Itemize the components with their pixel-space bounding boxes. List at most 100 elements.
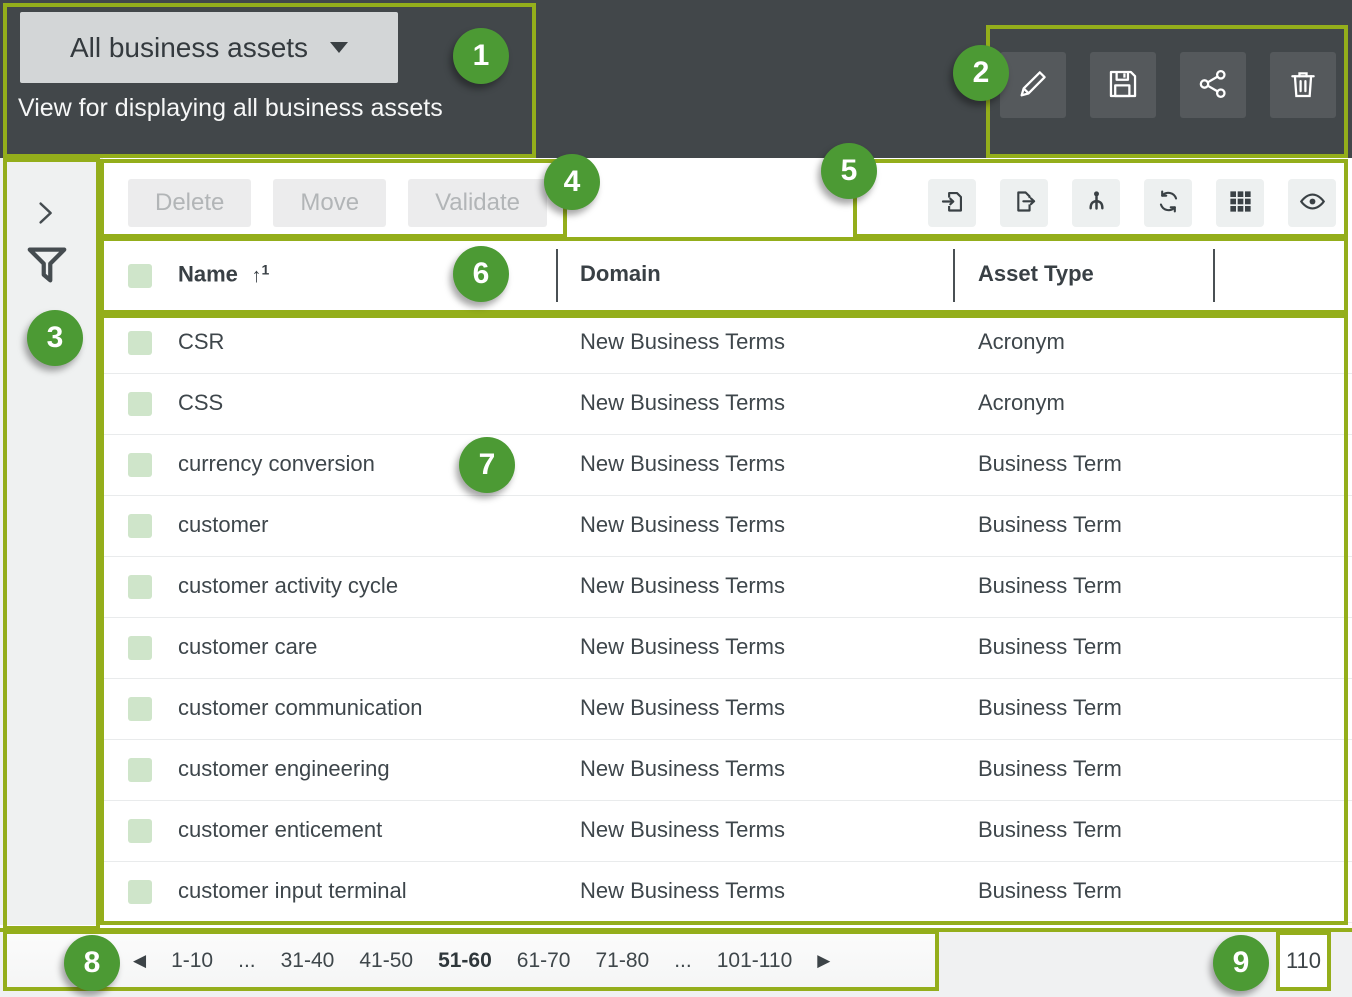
share-icon xyxy=(1196,67,1230,104)
view-options-button[interactable] xyxy=(1288,179,1336,227)
pagination-page[interactable]: 41-50 xyxy=(359,949,413,973)
cell-asset-type[interactable]: Business Term xyxy=(978,878,1122,904)
chevron-right-icon xyxy=(30,216,60,231)
table-row[interactable]: customer activity cycle New Business Ter… xyxy=(103,557,1352,618)
table-row[interactable]: customer enticement New Business Terms B… xyxy=(103,801,1352,862)
validate-button[interactable]: Validate xyxy=(408,179,547,227)
table-row[interactable]: customer care New Business Terms Busines… xyxy=(103,618,1352,679)
share-view-button[interactable] xyxy=(1180,52,1246,118)
row-checkbox[interactable] xyxy=(128,575,152,599)
cell-name[interactable]: customer activity cycle xyxy=(178,573,398,599)
row-checkbox[interactable] xyxy=(128,331,152,355)
cell-asset-type[interactable]: Business Term xyxy=(978,573,1122,599)
sort-ascending-icon: ↑1 xyxy=(246,265,269,287)
row-checkbox[interactable] xyxy=(128,453,152,477)
row-checkbox[interactable] xyxy=(128,758,152,782)
pagination-ellipsis: ... xyxy=(238,949,256,973)
grid-view-button[interactable] xyxy=(1216,179,1264,227)
eye-icon xyxy=(1299,188,1326,218)
pagination-prev-button[interactable]: ◀ xyxy=(133,952,146,969)
table-row[interactable]: customer communication New Business Term… xyxy=(103,679,1352,740)
cell-asset-type[interactable]: Business Term xyxy=(978,451,1122,477)
view-description: View for displaying all business assets xyxy=(18,94,443,123)
cell-asset-type[interactable]: Business Term xyxy=(978,695,1122,721)
delete-button[interactable]: Delete xyxy=(128,179,251,227)
cell-name[interactable]: CSR xyxy=(178,329,224,355)
save-icon xyxy=(1106,67,1140,104)
table-row[interactable]: currency conversion New Business Terms B… xyxy=(103,435,1352,496)
move-button[interactable]: Move xyxy=(273,179,386,227)
expand-sidebar-button[interactable] xyxy=(30,198,60,231)
column-header-name[interactable]: Name ↑1 xyxy=(178,261,269,288)
main-content: Delete Move Validate xyxy=(103,158,1352,925)
cell-asset-type[interactable]: Business Term xyxy=(978,512,1122,538)
pagination-page[interactable]: 51-60 xyxy=(438,949,492,973)
row-checkbox[interactable] xyxy=(128,697,152,721)
cell-name[interactable]: customer enticement xyxy=(178,817,382,843)
row-checkbox[interactable] xyxy=(128,636,152,660)
filter-funnel-icon xyxy=(24,276,70,291)
view-selector-dropdown[interactable]: All business assets xyxy=(20,12,398,83)
cell-asset-type[interactable]: Business Term xyxy=(978,817,1122,843)
save-view-button[interactable] xyxy=(1090,52,1156,118)
cell-name[interactable]: customer input terminal xyxy=(178,878,407,904)
cell-domain[interactable]: New Business Terms xyxy=(580,329,785,355)
cell-asset-type[interactable]: Business Term xyxy=(978,756,1122,782)
column-divider xyxy=(953,249,955,302)
table-row[interactable]: CSS New Business Terms Acronym xyxy=(103,374,1352,435)
trash-icon xyxy=(1286,67,1320,104)
cell-asset-type[interactable]: Business Term xyxy=(978,634,1122,660)
table-row[interactable]: customer New Business Terms Business Ter… xyxy=(103,496,1352,557)
cell-domain[interactable]: New Business Terms xyxy=(580,878,785,904)
table-row[interactable]: customer input terminal New Business Ter… xyxy=(103,862,1352,923)
cell-asset-type[interactable]: Acronym xyxy=(978,390,1065,416)
row-checkbox[interactable] xyxy=(128,392,152,416)
column-header-domain[interactable]: Domain xyxy=(580,261,661,287)
cell-domain[interactable]: New Business Terms xyxy=(580,512,785,538)
cell-name[interactable]: customer engineering xyxy=(178,756,390,782)
table-header: Name ↑1 Domain Asset Type xyxy=(103,238,1352,313)
cell-domain[interactable]: New Business Terms xyxy=(580,390,785,416)
cell-domain[interactable]: New Business Terms xyxy=(580,756,785,782)
table-row[interactable]: customer engineering New Business Terms … xyxy=(103,740,1352,801)
row-checkbox[interactable] xyxy=(128,880,152,904)
cell-name[interactable]: CSS xyxy=(178,390,223,416)
column-name-label: Name xyxy=(178,262,238,287)
pagination-page[interactable]: 101-110 xyxy=(717,949,793,973)
pagination-page[interactable]: 1-10 xyxy=(171,949,213,973)
edit-view-button[interactable] xyxy=(1000,52,1066,118)
cell-domain[interactable]: New Business Terms xyxy=(580,634,785,660)
pagination-page[interactable]: 61-70 xyxy=(517,949,571,973)
filter-button[interactable] xyxy=(24,242,70,291)
import-button[interactable] xyxy=(928,179,976,227)
row-checkbox[interactable] xyxy=(128,819,152,843)
delete-view-button[interactable] xyxy=(1270,52,1336,118)
pagination-page[interactable]: 31-40 xyxy=(281,949,335,973)
export-button[interactable] xyxy=(1000,179,1048,227)
cell-name[interactable]: currency conversion xyxy=(178,451,375,477)
cell-name[interactable]: customer care xyxy=(178,634,317,660)
row-checkbox[interactable] xyxy=(128,514,152,538)
table-row[interactable]: CSR New Business Terms Acronym xyxy=(103,313,1352,374)
pagination-page[interactable]: 71-80 xyxy=(596,949,650,973)
total-count-box: 110 xyxy=(1276,931,1331,991)
cell-domain[interactable]: New Business Terms xyxy=(580,817,785,843)
column-header-asset-type[interactable]: Asset Type xyxy=(978,261,1094,287)
cell-domain[interactable]: New Business Terms xyxy=(580,573,785,599)
chevron-down-icon xyxy=(330,42,348,53)
table-tool-icons xyxy=(928,179,1336,227)
import-icon xyxy=(939,188,966,218)
refresh-icon xyxy=(1155,188,1182,218)
cell-domain[interactable]: New Business Terms xyxy=(580,695,785,721)
table-body: CSR New Business Terms Acronym CSS New B… xyxy=(103,313,1352,923)
sidebar xyxy=(0,158,103,928)
cell-name[interactable]: customer communication xyxy=(178,695,423,721)
hierarchy-button[interactable] xyxy=(1072,179,1120,227)
refresh-button[interactable] xyxy=(1144,179,1192,227)
cell-name[interactable]: customer xyxy=(178,512,268,538)
cell-domain[interactable]: New Business Terms xyxy=(580,451,785,477)
cell-asset-type[interactable]: Acronym xyxy=(978,329,1065,355)
pagination-next-button[interactable]: ▶ xyxy=(817,952,830,969)
select-all-checkbox[interactable] xyxy=(128,264,152,288)
app-header: All business assets View for displaying … xyxy=(0,0,1352,158)
